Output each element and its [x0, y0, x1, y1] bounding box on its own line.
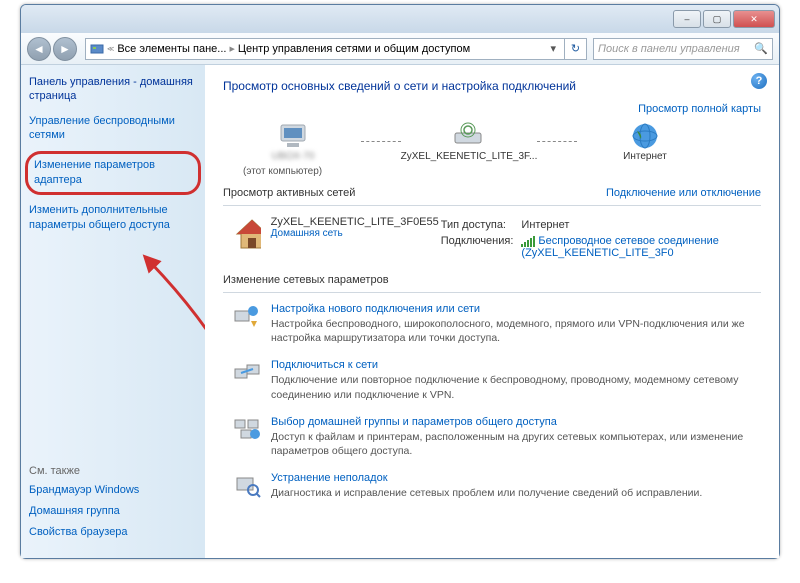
sidebar-link-wireless[interactable]: Управление беспроводными сетями — [29, 114, 197, 144]
troubleshoot-icon — [233, 472, 261, 498]
network-name: ZyXEL_KEENETIC_LITE_3F0E55 — [271, 216, 439, 228]
router-icon — [451, 121, 487, 151]
search-icon: 🔍 — [754, 42, 768, 55]
task-homegroup[interactable]: Выбор домашней группы и параметров общег… — [233, 416, 761, 458]
network-type-link[interactable]: Домашняя сеть — [271, 228, 439, 239]
main-content: ? Просмотр основных сведений о сети и на… — [205, 65, 779, 558]
task-desc: Доступ к файлам и принтерам, расположенн… — [271, 430, 761, 458]
home-network-icon — [233, 216, 261, 252]
task-title: Устранение неполадок — [271, 472, 702, 484]
task-desc: Подключение или повторное подключение к … — [271, 373, 761, 401]
see-also-section: См. также Брандмауэр Windows Домашняя гр… — [29, 465, 197, 546]
globe-icon — [627, 121, 663, 151]
change-settings-heading: Изменение сетевых параметров — [223, 274, 761, 286]
close-button[interactable]: ✕ — [733, 10, 775, 28]
task-new-connection[interactable]: Настройка нового подключения или сети На… — [233, 303, 761, 345]
sidebar: Панель управления - домашняя страница Уп… — [21, 65, 205, 558]
breadcrumb-seg1[interactable]: Все элементы пане... — [117, 43, 226, 55]
see-also-firewall[interactable]: Брандмауэр Windows — [29, 483, 197, 498]
toolbar: ◄ ► ≪ Все элементы пане... ▶ Центр управ… — [21, 33, 779, 65]
address-bar[interactable]: ≪ Все элементы пане... ▶ Центр управлени… — [85, 38, 565, 60]
active-networks-heading: Просмотр активных сетей — [223, 187, 355, 199]
back-button[interactable]: ◄ — [27, 37, 51, 61]
refresh-button[interactable]: ↻ — [565, 38, 587, 60]
access-value: Интернет — [521, 218, 759, 232]
new-connection-icon — [233, 303, 261, 329]
sidebar-link-sharing[interactable]: Изменить дополнительные параметры общего… — [29, 203, 197, 233]
pc-icon — [275, 121, 311, 151]
search-input[interactable]: Поиск в панели управления 🔍 — [593, 38, 773, 60]
forward-button[interactable]: ► — [53, 37, 77, 61]
connect-disconnect-link[interactable]: Подключение или отключение — [606, 187, 761, 199]
sidebar-heading[interactable]: Панель управления - домашняя страница — [29, 75, 197, 104]
titlebar: – ▢ ✕ — [21, 5, 779, 33]
control-panel-icon — [90, 42, 104, 56]
window-body: Панель управления - домашняя страница Уп… — [21, 65, 779, 558]
chevron-right-icon: ▶ — [229, 45, 234, 53]
task-connect-network[interactable]: Подключиться к сети Подключение или повт… — [233, 359, 761, 401]
connection-info: Тип доступа:Интернет Подключения:Беспров… — [439, 216, 761, 262]
maximize-button[interactable]: ▢ — [703, 10, 731, 28]
task-desc: Диагностика и исправление сетевых пробле… — [271, 486, 702, 500]
signal-bars-icon — [521, 236, 535, 247]
help-icon[interactable]: ? — [751, 73, 767, 89]
see-also-heading: См. также — [29, 465, 197, 477]
sidebar-link-adapter-settings[interactable]: Изменение параметров адаптера — [34, 158, 192, 188]
see-also-homegroup[interactable]: Домашняя группа — [29, 504, 197, 519]
node-internet[interactable]: Интернет — [585, 121, 705, 162]
task-title: Подключиться к сети — [271, 359, 761, 371]
task-desc: Настройка беспроводного, широкополосного… — [271, 317, 761, 345]
network-map: UBOX-70 ZyXEL_KEENETIC_LITE_3F... Интерн… — [233, 121, 761, 162]
breadcrumb-seg2[interactable]: Центр управления сетями и общим доступом — [238, 43, 470, 55]
search-placeholder: Поиск в панели управления — [598, 43, 740, 55]
active-network-row: ZyXEL_KEENETIC_LITE_3F0E55 Домашняя сеть… — [233, 216, 761, 262]
highlight-annotation: Изменение параметров адаптера — [25, 151, 201, 195]
node-this-pc[interactable]: UBOX-70 — [233, 121, 353, 162]
chevron-icon: ≪ — [107, 45, 114, 53]
this-pc-caption: (этот компьютер) — [243, 166, 761, 177]
connect-icon — [233, 359, 261, 385]
page-title: Просмотр основных сведений о сети и наст… — [223, 79, 761, 93]
node-router[interactable]: ZyXEL_KEENETIC_LITE_3F... — [409, 121, 529, 162]
address-dropdown-icon[interactable]: ▾ — [546, 42, 560, 55]
task-title: Настройка нового подключения или сети — [271, 303, 761, 315]
minimize-button[interactable]: – — [673, 10, 701, 28]
connection-link[interactable]: Беспроводное сетевое соединение (ZyXEL_K… — [521, 234, 759, 260]
task-title: Выбор домашней группы и параметров общег… — [271, 416, 761, 428]
full-map-link[interactable]: Просмотр полной карты — [638, 103, 761, 115]
task-troubleshoot[interactable]: Устранение неполадок Диагностика и испра… — [233, 472, 761, 500]
see-also-browser[interactable]: Свойства браузера — [29, 525, 197, 540]
homegroup-icon — [233, 416, 261, 442]
window-frame: – ▢ ✕ ◄ ► ≪ Все элементы пане... ▶ Центр… — [20, 4, 780, 559]
